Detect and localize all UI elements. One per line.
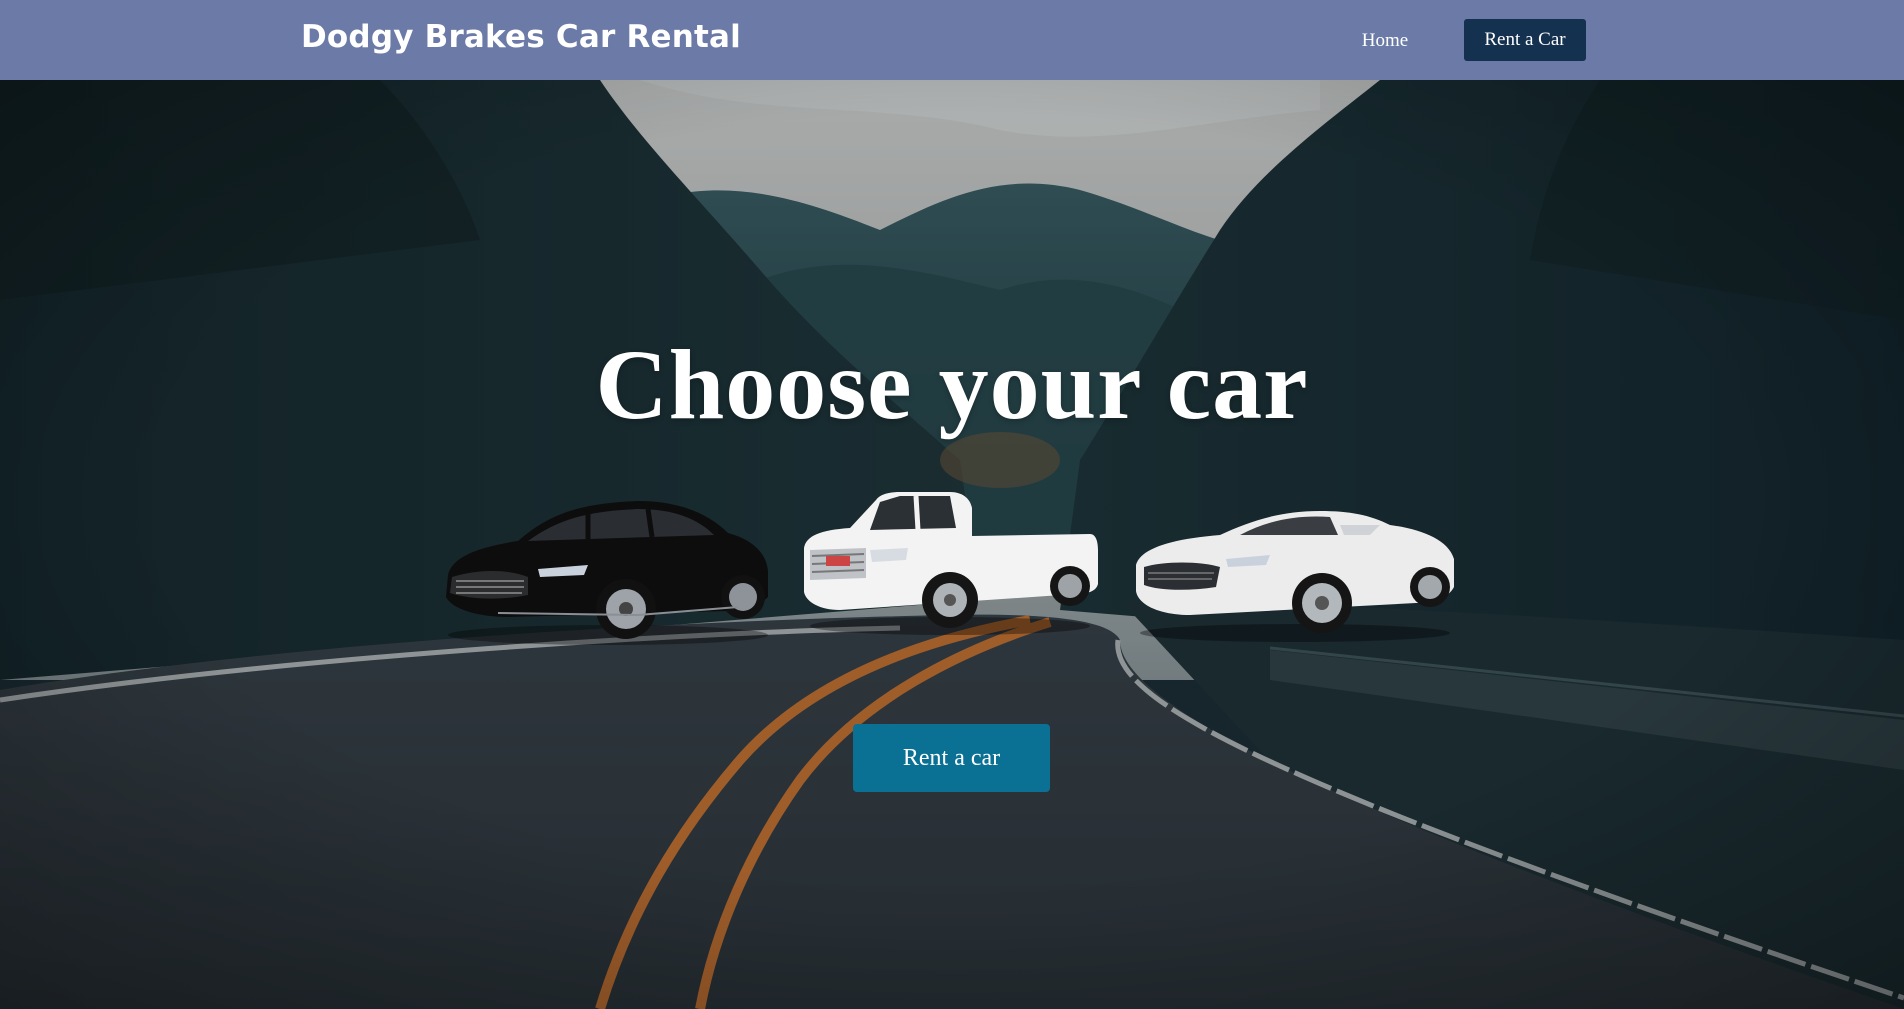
black-sedan-image <box>446 501 768 645</box>
white-pickup-truck-image <box>804 492 1098 635</box>
nav-rent-a-car-button[interactable]: Rent a Car <box>1464 19 1586 61</box>
hero-title: Choose your car <box>595 329 1309 440</box>
brand-logo-text[interactable]: Dodgy Brakes Car Rental <box>301 19 741 55</box>
nav-home-link[interactable]: Home <box>1342 24 1428 58</box>
hero-section: Choose your car Rent a car <box>0 80 1904 1009</box>
rent-a-car-cta-button[interactable]: Rent a car <box>853 724 1050 792</box>
top-navbar: Dodgy Brakes Car Rental Home Rent a Car <box>0 0 1904 80</box>
white-sports-car-image <box>1136 511 1454 642</box>
